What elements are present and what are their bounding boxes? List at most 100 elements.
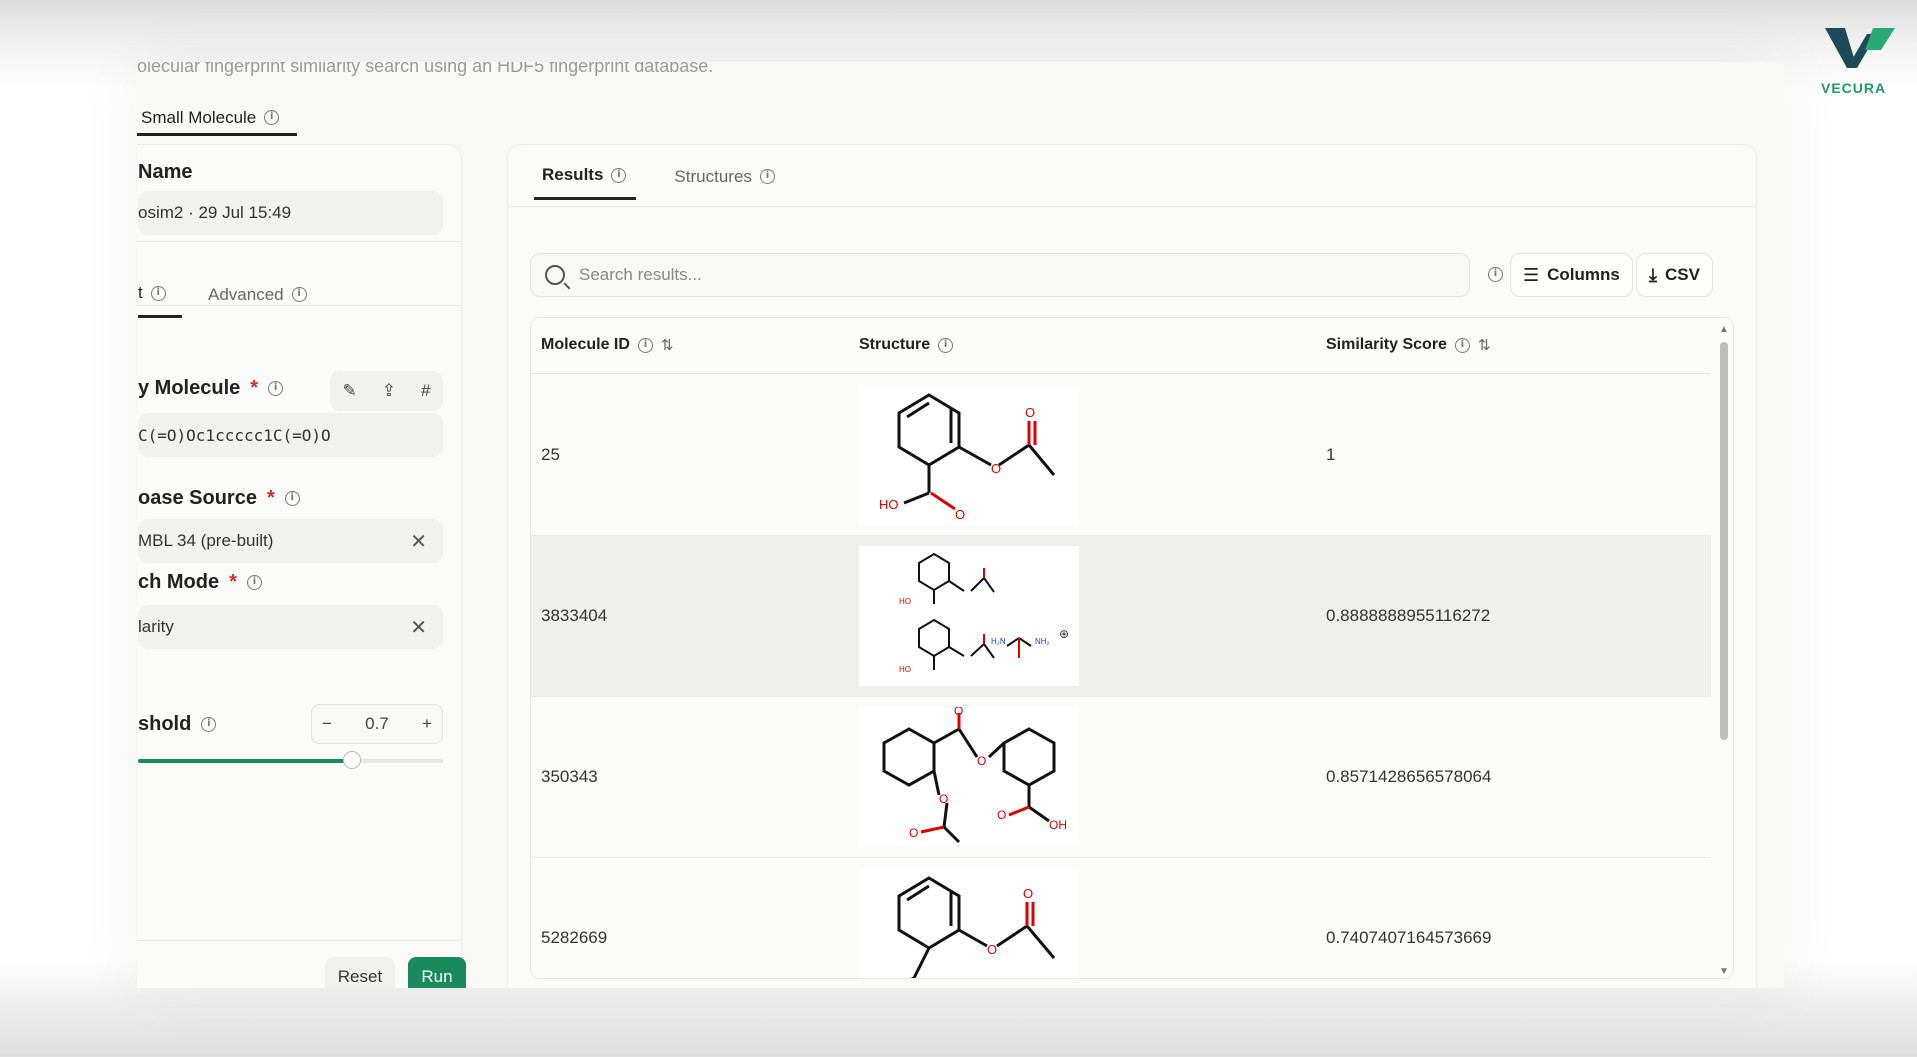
plus-icon[interactable]: + [422,714,432,734]
sliders-icon: ☰ [1523,264,1540,285]
tab-results[interactable]: Results i [534,165,637,200]
divider [508,206,1756,207]
molecule-id: 350343 [541,767,598,786]
svg-text:O: O [997,808,1006,822]
csv-download-button[interactable]: ⤓ CSV [1636,253,1713,297]
column-header-similarity-score[interactable]: Similarity Score i ⇅ [1326,336,1491,354]
svg-text:O: O [987,942,997,957]
query-molecule-label: y Molecule * i [138,377,284,400]
info-icon[interactable]: i [284,491,300,506]
threshold-slider[interactable] [138,751,443,769]
svg-text:O: O [1023,886,1033,901]
app-window: olecular fingerprint similarity search u… [137,62,1784,988]
divider [137,305,461,306]
required-marker: * [250,377,259,399]
info-icon[interactable]: i [201,717,217,732]
structure-image[interactable]: HO HO H₂N NH₂ ⊕ [859,546,1079,686]
database-source-select[interactable]: MBL 34 (pre-built) ✕ [138,519,443,563]
name-field[interactable]: osim2 · 29 Jul 15:49 [138,191,443,235]
threshold-stepper[interactable]: − 0.7 + [311,704,443,744]
table-row[interactable]: 5282669 OO 0.7407407164573669 [531,858,1711,979]
results-table: Molecule ID i ⇅ Structure i Similarity S… [530,317,1734,979]
search-icon [545,265,565,285]
similarity-score: 0.7407407164573669 [1326,928,1492,947]
results-panel: Results i Structures i Search results...… [507,144,1757,988]
tab-structures[interactable]: Structures i [666,165,784,200]
info-icon[interactable]: i [759,169,775,184]
info-icon[interactable]: i [291,287,307,302]
minus-icon[interactable]: − [322,714,332,734]
search-placeholder: Search results... [579,265,702,284]
svg-text:HO: HO [899,665,911,674]
scroll-down-icon[interactable]: ▼ [1719,966,1729,977]
clear-icon[interactable]: ✕ [410,529,427,554]
svg-text:HO: HO [899,597,911,606]
similarity-score: 0.8571428656578064 [1326,767,1492,786]
zoom-icon: ⊕ [1059,627,1069,641]
columns-button[interactable]: ☰ Columns [1510,253,1633,297]
structure-image[interactable]: O O HO O [859,385,1079,525]
info-icon[interactable]: i [268,381,284,396]
sort-icon[interactable]: ⇅ [661,336,674,354]
structure-image[interactable]: OO [859,868,1079,979]
divider [137,241,461,242]
search-input[interactable]: Search results... [530,253,1470,297]
reset-button[interactable]: Reset [325,957,395,988]
info-icon[interactable]: i [246,575,262,590]
molecule-id: 5282669 [541,928,608,947]
info-icon[interactable]: i [938,337,954,353]
similarity-score: 1 [1326,445,1336,464]
info-icon[interactable]: i [1454,337,1470,353]
info-icon[interactable]: i [1488,267,1503,282]
param-subtabs: t i Advanced i [138,283,307,318]
svg-text:HO: HO [879,497,899,512]
svg-text:O: O [939,792,948,806]
table-row[interactable]: 3833404 HO HO H₂N NH₂ ⊕ 0.88888889551162… [531,536,1711,697]
table-row[interactable]: 25 O O HO O 1 [531,375,1711,536]
svg-text:O: O [954,707,963,718]
column-header-structure: Structure i [859,336,954,354]
scroll-up-icon[interactable]: ▲ [1719,324,1729,335]
hash-icon[interactable]: # [421,381,430,401]
molecule-id: 25 [541,445,560,464]
svg-text:OH: OH [1049,818,1067,832]
search-mode-label: ch Mode * i [138,571,262,594]
name-label: Name [138,161,193,183]
molecule-tools: ✎ ⇪ # [330,371,443,411]
upload-icon[interactable]: ⇪ [382,381,396,401]
column-header-molecule-id[interactable]: Molecule ID i ⇅ [541,336,673,354]
query-molecule-input[interactable]: C(=O)Oc1ccccc1C(=O)O [138,413,443,457]
run-button[interactable]: Run [408,957,466,988]
download-icon: ⤓ [1649,264,1657,285]
info-icon[interactable]: i [264,110,280,125]
molecule-id: 3833404 [541,606,608,625]
svg-text:O: O [955,507,965,522]
required-marker: * [266,487,275,509]
slider-handle[interactable] [342,751,361,769]
scroll-thumb[interactable] [1720,342,1728,740]
pencil-icon[interactable]: ✎ [343,381,357,401]
structure-image[interactable]: O O O O O OH [859,707,1079,847]
divider [137,940,461,941]
tab-basic[interactable]: t i [138,283,182,318]
svg-text:O: O [909,826,918,840]
required-marker: * [229,571,237,593]
info-icon[interactable]: i [150,285,166,301]
table-header: Molecule ID i ⇅ Structure i Similarity S… [531,318,1711,374]
svg-text:O: O [977,754,986,768]
clear-icon[interactable]: ✕ [410,615,427,640]
search-mode-select[interactable]: larity ✕ [138,605,443,649]
info-icon[interactable]: i [611,167,627,183]
svg-text:H₂N: H₂N [991,637,1006,646]
table-row[interactable]: 350343 OO OO O OH 0.8571428656578064 [531,697,1711,858]
database-source-label: oase Source * i [138,487,300,510]
info-icon[interactable]: i [637,337,653,353]
tab-small-molecule[interactable]: Small Molecule i [137,102,297,136]
tab-advanced[interactable]: Advanced i [208,283,307,318]
sort-icon[interactable]: ⇅ [1478,336,1491,354]
svg-text:NH₂: NH₂ [1035,637,1050,646]
brand-name: VECURA [1821,80,1887,96]
similarity-score: 0.8888888955116272 [1326,606,1491,625]
table-scrollbar[interactable]: ▲ ▼ [1717,324,1731,977]
parameters-panel: Name osim2 · 29 Jul 15:49 t i Advanced i… [137,144,466,988]
